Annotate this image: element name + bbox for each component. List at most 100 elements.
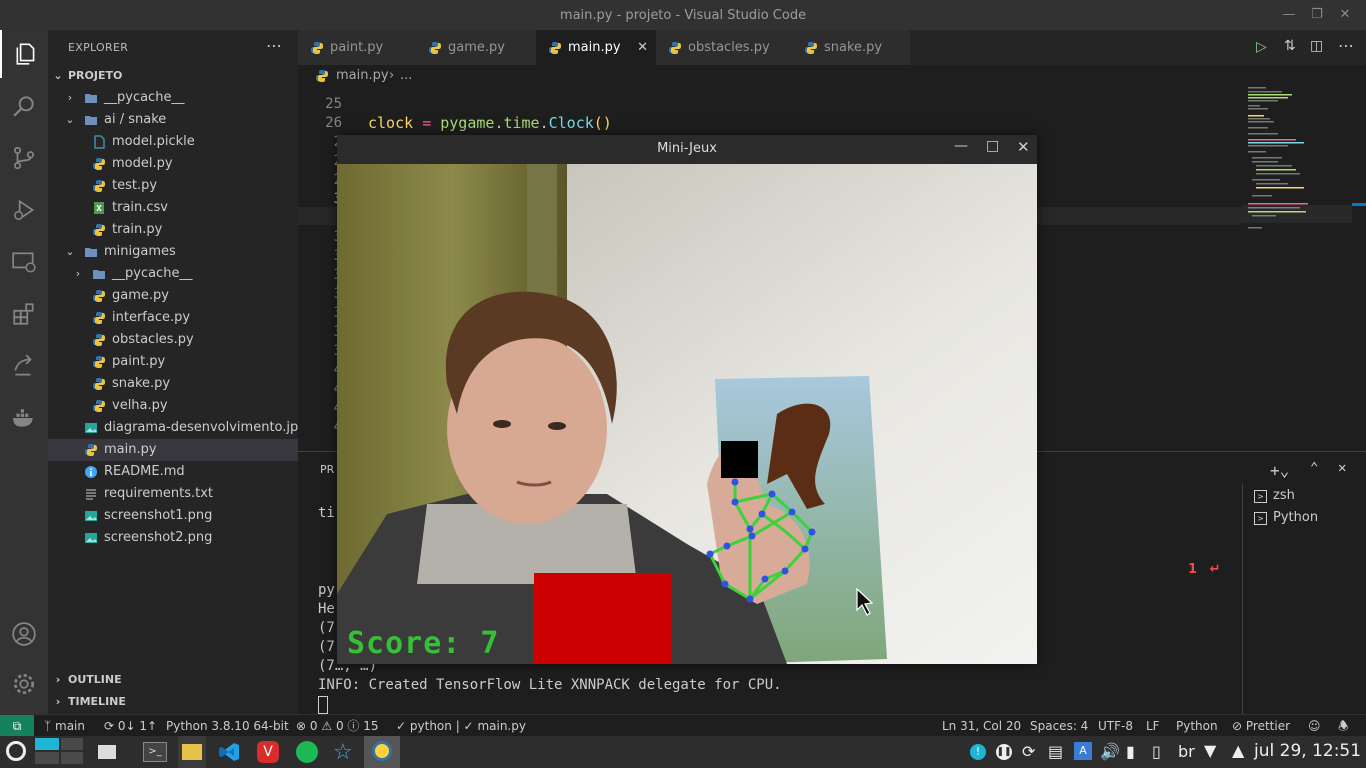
more-actions-icon[interactable]: ⋯: [266, 36, 282, 55]
account-icon[interactable]: [0, 610, 48, 658]
compare-changes-icon[interactable]: ⇅: [1284, 38, 1296, 54]
git-sync[interactable]: ⟳ 0↓ 1↑: [104, 715, 157, 737]
file-item[interactable]: game.py: [48, 285, 298, 307]
remote-indicator-icon[interactable]: ⧉: [0, 715, 34, 737]
settings-gear-icon[interactable]: [0, 660, 48, 708]
tab-main-py[interactable]: main.py ✕: [536, 30, 657, 65]
game-close-button[interactable]: ✕: [1017, 138, 1030, 156]
show-desktop-icon[interactable]: [98, 745, 116, 759]
run-debug-icon[interactable]: [0, 186, 48, 234]
vivaldi-app-icon[interactable]: V: [257, 741, 279, 763]
file-item[interactable]: model.py: [48, 153, 298, 175]
git-branch[interactable]: ᛉ main: [44, 715, 85, 737]
live-share-icon[interactable]: [0, 342, 48, 390]
language-mode[interactable]: Python: [1176, 715, 1218, 737]
tray-wifi-icon[interactable]: ▼: [1204, 741, 1216, 760]
file-item[interactable]: snake.py: [48, 373, 298, 395]
game-maximize-button[interactable]: □: [986, 138, 999, 154]
file-item[interactable]: paint.py: [48, 351, 298, 373]
maximize-panel-icon[interactable]: ⌃: [1310, 460, 1318, 476]
problem-count[interactable]: 1 ↵: [1188, 562, 1220, 577]
restore-button[interactable]: ❐: [1308, 6, 1326, 24]
run-file-icon[interactable]: ▷: [1256, 39, 1267, 55]
extensions-icon[interactable]: [0, 290, 48, 338]
tray-phone-icon[interactable]: ▯: [1152, 742, 1161, 761]
file-item[interactable]: screenshot2.png: [48, 527, 298, 549]
file-item[interactable]: diagrama-desenvolvimento.jpg: [48, 417, 307, 439]
problems-summary[interactable]: ⊗ 0 ⚠ 0 ⓘ 15: [296, 715, 379, 737]
terminal-list-item[interactable]: > zsh: [1254, 488, 1295, 503]
tab-game-py[interactable]: game.py: [416, 30, 537, 65]
new-terminal-icon[interactable]: +⌄: [1270, 461, 1289, 480]
file-item[interactable]: train.py: [48, 219, 298, 241]
file-item[interactable]: requirements.txt: [48, 483, 298, 505]
starred-app-icon[interactable]: ☆: [333, 740, 353, 765]
file-item[interactable]: README.md: [48, 461, 298, 483]
spotify-app-icon[interactable]: [296, 741, 318, 763]
file-item[interactable]: train.csv: [48, 197, 298, 219]
outline-section[interactable]: › OUTLINE: [48, 669, 298, 691]
workspace-2-icon[interactable]: [61, 738, 83, 750]
tab-paint-py[interactable]: paint.py: [298, 30, 417, 65]
tray-translate-icon[interactable]: A: [1074, 742, 1092, 760]
project-root[interactable]: ⌄ PROJETO: [48, 65, 298, 87]
workspace-1-icon[interactable]: [35, 738, 59, 750]
editor-more-icon[interactable]: ⋯: [1338, 36, 1354, 55]
folder-item[interactable]: › __pycache__: [48, 263, 298, 285]
app-launcher-icon[interactable]: [6, 741, 26, 761]
source-control-icon[interactable]: [0, 134, 48, 182]
workspace-4-icon[interactable]: [61, 752, 83, 764]
python-interpreter[interactable]: Python 3.8.10 64-bit: [166, 715, 289, 737]
terminal-app-icon[interactable]: >_: [143, 742, 167, 762]
docker-icon[interactable]: [0, 394, 48, 442]
folder-item[interactable]: ⌄ minigames: [48, 241, 298, 263]
tab-snake-py[interactable]: snake.py: [792, 30, 911, 65]
file-item[interactable]: model.pickle: [48, 131, 298, 153]
file-manager-app[interactable]: [178, 736, 206, 768]
end-of-line[interactable]: LF: [1146, 715, 1160, 737]
game-window[interactable]: Mini-Jeux — □ ✕ Score: 7: [337, 135, 1037, 664]
close-panel-icon[interactable]: ✕: [1338, 460, 1346, 476]
file-item[interactable]: obstacles.py: [48, 329, 298, 351]
webcam-game-canvas[interactable]: Score: 7: [337, 164, 1037, 664]
editor-scrollbar[interactable]: [1352, 87, 1366, 451]
breadcrumb-symbol[interactable]: ...: [400, 65, 412, 87]
close-button[interactable]: ✕: [1336, 6, 1354, 24]
file-item[interactable]: test.py: [48, 175, 298, 197]
minimize-button[interactable]: —: [1280, 6, 1298, 24]
cursor-position[interactable]: Ln 31, Col 20: [942, 715, 1021, 737]
clock[interactable]: jul 29, 12:51: [1254, 741, 1361, 761]
folder-item[interactable]: › __pycache__: [48, 87, 298, 109]
feedback-icon[interactable]: ☺: [1308, 715, 1321, 737]
tray-battery-icon[interactable]: ▮: [1126, 742, 1135, 761]
prettier-status[interactable]: ⊘ Prettier: [1232, 715, 1290, 737]
breadcrumb-file[interactable]: main.py: [336, 65, 389, 87]
indentation[interactable]: Spaces: 4: [1030, 715, 1088, 737]
tray-volume-icon[interactable]: 🔊: [1100, 742, 1120, 761]
python-app-active[interactable]: [364, 736, 400, 768]
file-item[interactable]: main.py: [48, 439, 298, 461]
tray-pause-icon[interactable]: ❚❚: [996, 744, 1012, 760]
timeline-section[interactable]: › TIMELINE: [48, 691, 298, 713]
linter-status[interactable]: ✓ python | ✓ main.py: [396, 715, 526, 737]
split-editor-icon[interactable]: ◫: [1310, 38, 1323, 54]
notifications-icon[interactable]: 🕭: [1338, 715, 1349, 737]
workspace-3-icon[interactable]: [35, 752, 59, 764]
file-item[interactable]: interface.py: [48, 307, 298, 329]
tray-expand-icon[interactable]: ▲: [1232, 741, 1244, 760]
search-icon[interactable]: [0, 82, 48, 130]
tray-clipboard-icon[interactable]: ▤: [1048, 742, 1063, 761]
keyboard-layout[interactable]: br: [1178, 742, 1195, 761]
close-tab-icon[interactable]: ✕: [637, 30, 648, 65]
explorer-icon[interactable]: [0, 30, 50, 78]
folder-item[interactable]: ⌄ ai / snake: [48, 109, 298, 131]
vscode-app-icon[interactable]: [218, 742, 240, 762]
game-minimize-button[interactable]: —: [954, 138, 968, 154]
file-item[interactable]: velha.py: [48, 395, 298, 417]
tray-update-icon[interactable]: ⟳: [1022, 742, 1035, 761]
terminal-list-item[interactable]: > Python: [1254, 510, 1318, 525]
file-item[interactable]: screenshot1.png: [48, 505, 298, 527]
panel-tab-problems[interactable]: PR: [320, 463, 334, 476]
encoding[interactable]: UTF-8: [1098, 715, 1133, 737]
minimap[interactable]: [1242, 87, 1352, 451]
